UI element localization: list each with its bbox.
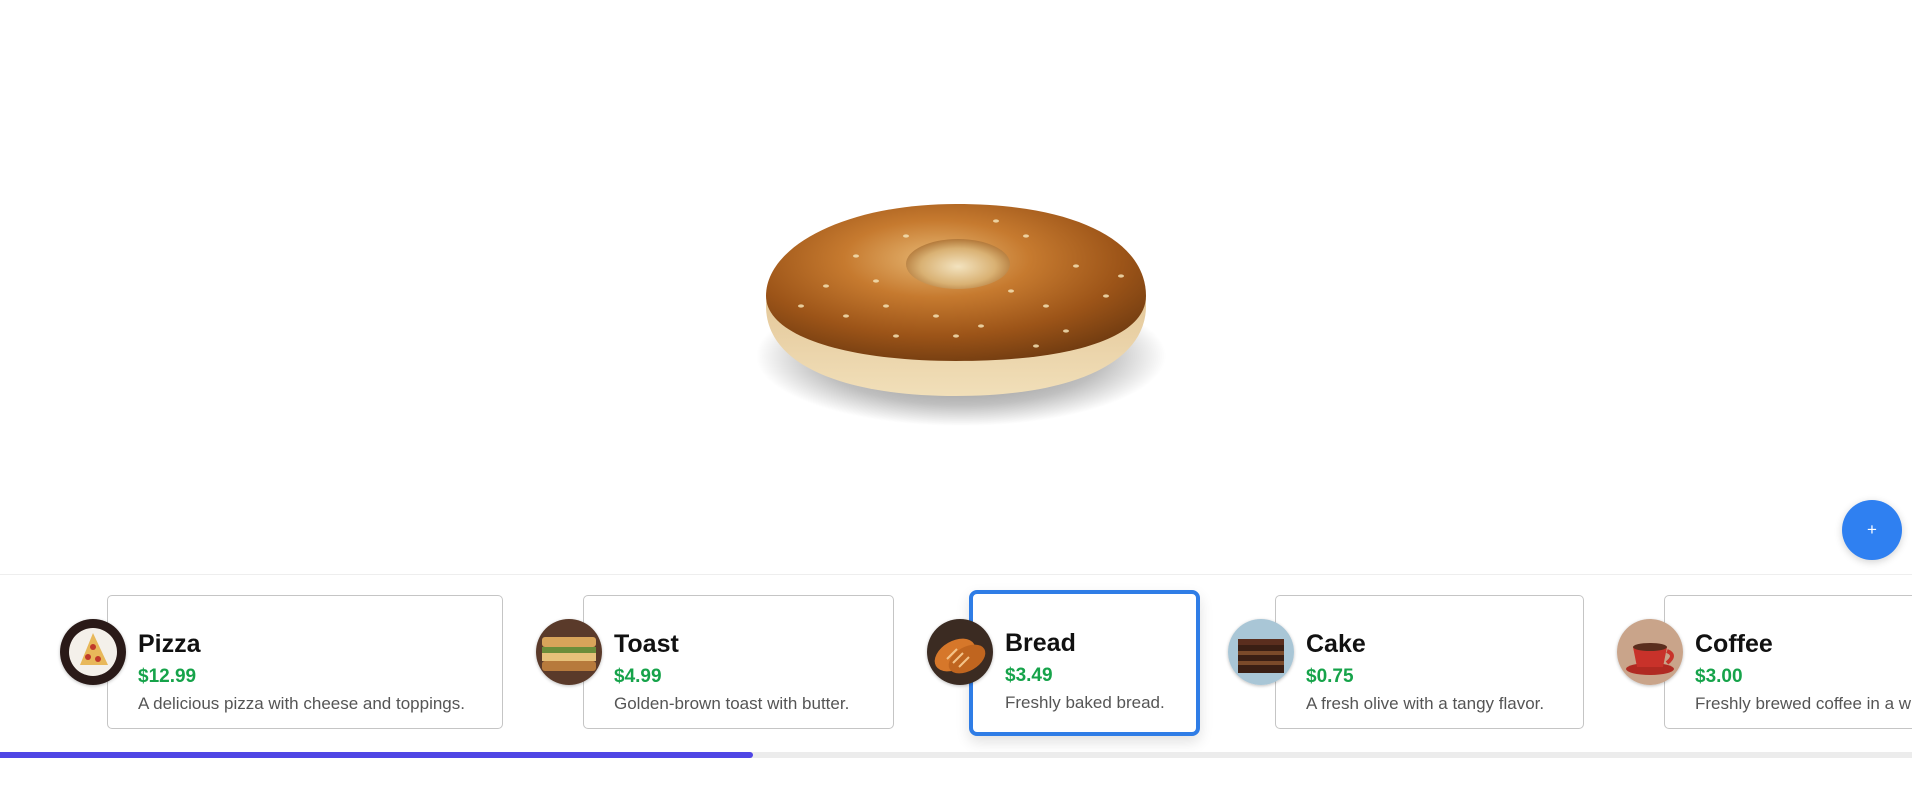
bagel-image	[756, 204, 1166, 426]
menu-card-coffee[interactable]: Coffee $3.00 Freshly brewed coffee in a …	[1664, 595, 1912, 729]
pizza-icon	[60, 619, 126, 685]
item-description: Freshly brewed coffee in a w	[1695, 694, 1912, 713]
item-price: $12.99	[138, 666, 197, 687]
menu-carousel[interactable]: Pizza $12.99 A delicious pizza with chee…	[0, 574, 1912, 797]
item-description: Golden-brown toast with butter.	[614, 694, 850, 713]
menu-card-pizza[interactable]: Pizza $12.99 A delicious pizza with chee…	[107, 595, 503, 729]
menu-card-bread[interactable]: Bread $3.49 Freshly baked bread.	[969, 590, 1200, 736]
item-description: Freshly baked bread.	[1005, 693, 1165, 712]
product-viewer: +	[0, 0, 1912, 574]
progress-bar	[0, 752, 1912, 758]
menu-card-cake[interactable]: Cake $0.75 A fresh olive with a tangy fl…	[1275, 595, 1584, 729]
cake-icon	[1228, 619, 1294, 685]
bread-icon	[927, 619, 993, 685]
item-name: Toast	[614, 630, 679, 658]
item-description: A fresh olive with a tangy flavor.	[1306, 694, 1545, 713]
item-name: Coffee	[1695, 630, 1773, 658]
item-price: $0.75	[1306, 666, 1354, 687]
item-name: Bread	[1005, 629, 1076, 657]
item-price: $4.99	[614, 666, 662, 687]
progress-fill	[0, 752, 754, 758]
menu-card-toast[interactable]: Toast $4.99 Golden-brown toast with butt…	[583, 595, 894, 729]
item-price: $3.00	[1695, 666, 1743, 687]
item-description: A delicious pizza with cheese and toppin…	[138, 694, 465, 713]
coffee-icon	[1617, 619, 1683, 685]
toast-icon	[536, 619, 602, 685]
item-name: Pizza	[138, 630, 201, 658]
add-button[interactable]: +	[1842, 500, 1902, 560]
item-price: $3.49	[1005, 665, 1053, 686]
item-name: Cake	[1306, 630, 1366, 658]
